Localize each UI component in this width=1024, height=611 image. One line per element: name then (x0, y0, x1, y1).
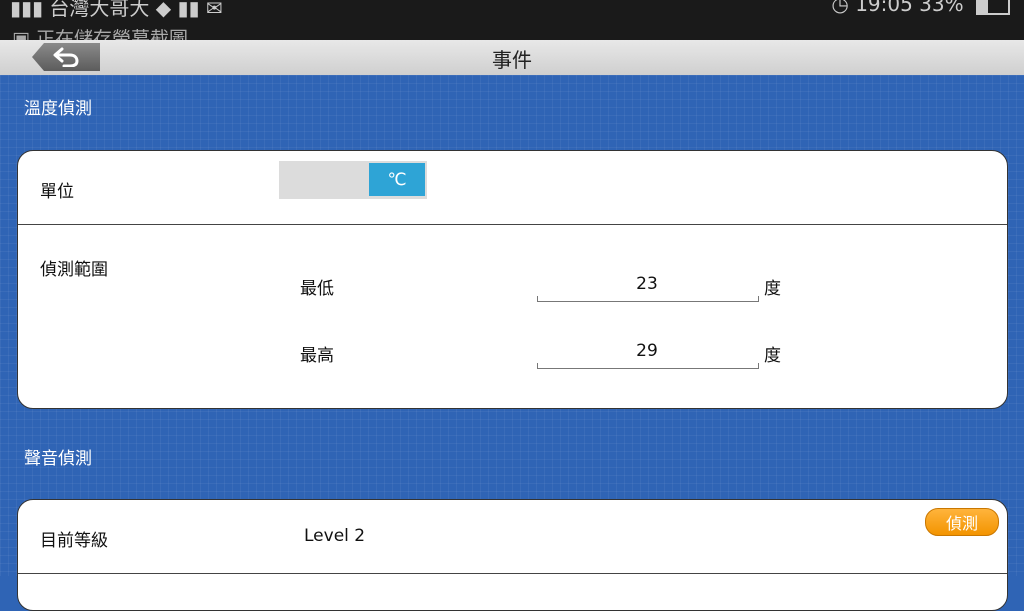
notification: ▣ 正在儲存螢幕截圖 (12, 24, 188, 40)
clock-icon: ◷ (831, 0, 849, 16)
detect-button[interactable]: 偵測 (925, 508, 999, 536)
max-input[interactable]: 29 (537, 341, 757, 363)
min-input[interactable]: 23 (537, 274, 757, 296)
unit-label: 單位 (40, 182, 74, 202)
status-right: ◷ 19:05 33% (831, 0, 1010, 16)
battery-icon (976, 0, 1010, 15)
max-label: 最高 (300, 346, 334, 366)
min-label: 最低 (300, 279, 334, 299)
page-title: 事件 (492, 48, 532, 72)
sim-icon: ▮▮ (177, 0, 200, 20)
time-battery-text: 19:05 33% (855, 0, 964, 16)
divider (18, 573, 1007, 574)
divider (18, 224, 1007, 225)
content-area: 溫度偵測 單位 ℃ 偵測範圍 最低 23 度 最高 29 度 聲音偵測 目前等級… (0, 75, 1024, 611)
status-left: ▮▮▮ 台灣大哥大 ◆ ▮▮ ✉ (10, 0, 223, 21)
min-input-underline (537, 296, 759, 302)
title-bar: 事件 (0, 40, 1024, 76)
sound-card: 目前等級 Level 2 偵測 (17, 499, 1008, 611)
min-unit: 度 (764, 279, 781, 299)
sound-section-title: 聲音偵測 (24, 449, 92, 469)
notification-text: 正在儲存螢幕截圖 (36, 28, 189, 40)
carrier-name: 台灣大哥大 (49, 0, 150, 20)
status-bar: ▮▮▮ 台灣大哥大 ◆ ▮▮ ✉ ▣ 正在儲存螢幕截圖 ◷ 19:05 33% (0, 0, 1024, 40)
mail-icon: ✉ (205, 0, 223, 20)
image-icon: ▣ (12, 28, 30, 40)
level-value: Level 2 (304, 526, 366, 546)
unit-toggle[interactable]: ℃ (279, 161, 427, 199)
temperature-section-title: 溫度偵測 (24, 99, 92, 119)
range-label: 偵測範圍 (40, 260, 108, 280)
max-unit: 度 (764, 346, 781, 366)
temperature-card: 單位 ℃ 偵測範圍 最低 23 度 最高 29 度 (17, 150, 1008, 409)
signal-icon: ▮▮▮ (10, 0, 44, 20)
max-input-underline (537, 363, 759, 369)
level-label: 目前等級 (40, 531, 108, 551)
celsius-option[interactable]: ℃ (369, 163, 425, 196)
wifi-icon: ◆ (155, 0, 172, 20)
